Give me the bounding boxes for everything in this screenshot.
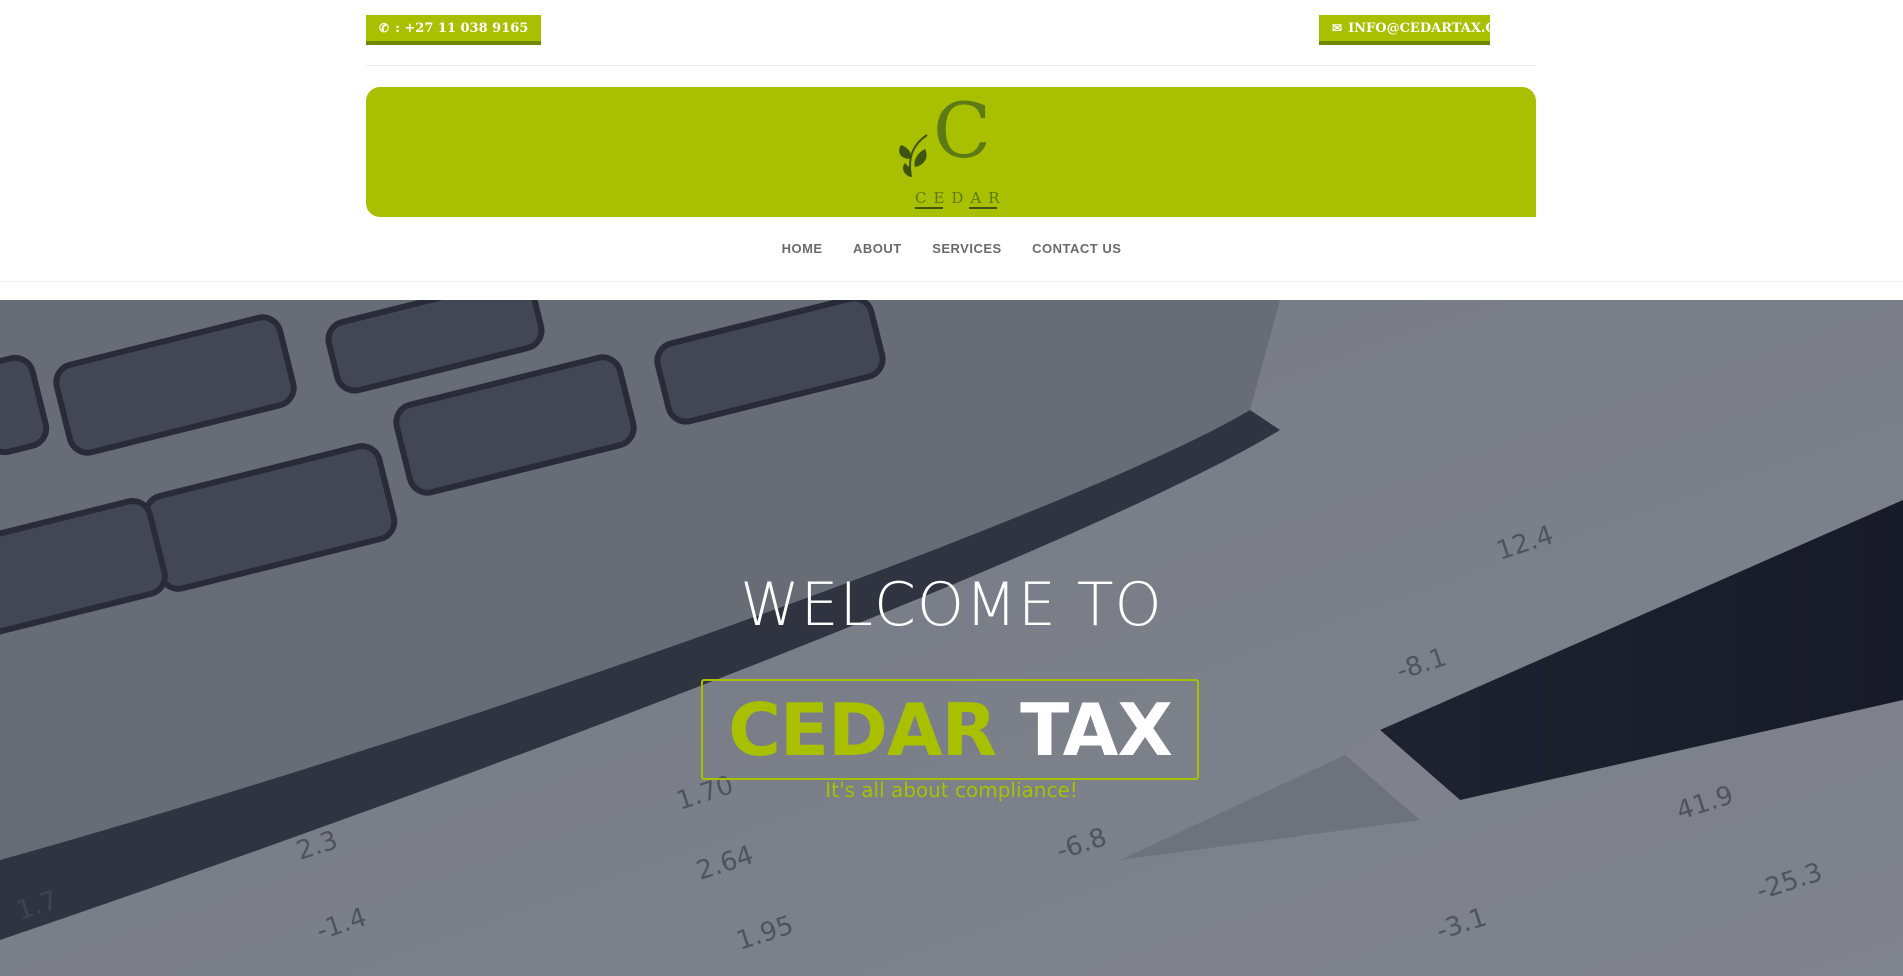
welcome-heading: WELCOME TO: [740, 570, 1163, 640]
logo-banner: C CEDAR: [366, 87, 1536, 217]
brand-frame: CEDAR TAX: [701, 679, 1199, 780]
phone-icon: ✆: [379, 21, 390, 35]
phone-number: : +27 11 038 9165: [395, 21, 529, 36]
leaf-icon: [899, 134, 928, 178]
logo-letter: C: [933, 86, 992, 175]
nav-contact-us[interactable]: CONTACT US: [1032, 241, 1121, 256]
logo-underline-left: [915, 207, 943, 209]
tagline: It's all about compliance!: [825, 778, 1078, 802]
nav-divider: [0, 281, 1903, 282]
nav-home[interactable]: HOME: [782, 241, 823, 256]
brand-title: CEDAR TAX: [703, 689, 1197, 771]
main-navigation: HOME ABOUT SERVICES CONTACT US: [0, 240, 1903, 260]
logo-wordmark: CEDAR: [915, 189, 1007, 207]
nav-about[interactable]: ABOUT: [853, 241, 902, 256]
email-badge[interactable]: ✉ INFO@CEDARTAX.CO.ZA: [1319, 15, 1530, 45]
envelope-icon: ✉: [1332, 21, 1343, 35]
email-address: INFO@CEDARTAX.CO.ZA: [1348, 21, 1531, 36]
cedar-logo[interactable]: C CEDAR: [897, 93, 1007, 209]
brand-title-tax: TAX: [1020, 688, 1173, 772]
hero-section: 1.7 2.3 -1.4 1.70 2.64 1.95 -6.8 -3.1 41…: [0, 300, 1903, 976]
header-divider: [366, 65, 1536, 66]
top-bar: ✆ : +27 11 038 9165 ✉ INFO@CEDARTAX.CO.ZA: [0, 0, 1903, 66]
brand-title-cedar: CEDAR: [728, 688, 997, 772]
logo-underline-right: [969, 207, 997, 209]
nav-services[interactable]: SERVICES: [932, 241, 1002, 256]
phone-badge[interactable]: ✆ : +27 11 038 9165: [366, 15, 542, 45]
